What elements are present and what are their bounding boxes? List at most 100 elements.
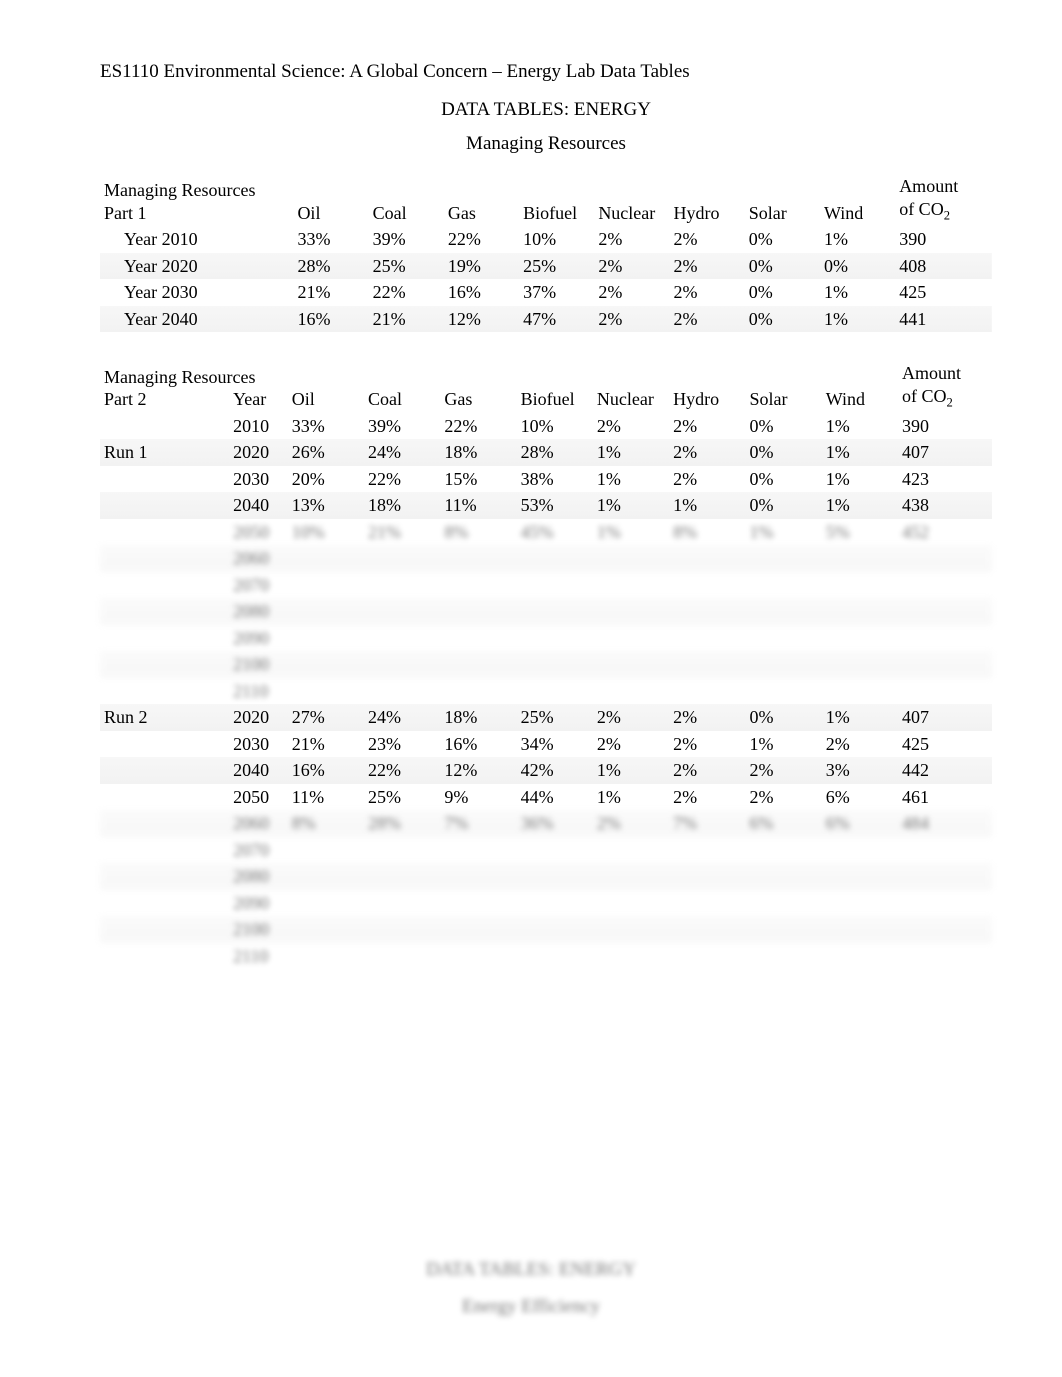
- cell: 441: [895, 306, 992, 333]
- cell: 10%: [517, 413, 593, 440]
- cell: [440, 678, 516, 705]
- table-row: Run 2202027%24%18%25%2%2%0%1%407: [100, 704, 992, 731]
- col-wind: Wind: [822, 360, 898, 413]
- cell: [593, 837, 669, 864]
- co2-sub: 2: [947, 395, 953, 409]
- cell: 1%: [820, 226, 895, 253]
- cell: 25%: [364, 784, 440, 811]
- cell: [822, 598, 898, 625]
- cell: 37%: [519, 279, 594, 306]
- cell: 25%: [519, 253, 594, 280]
- cell: [288, 916, 364, 943]
- cell: [440, 890, 516, 917]
- cell: 1%: [593, 439, 669, 466]
- year-cell: 2020: [229, 439, 288, 466]
- cell: 2%: [745, 757, 821, 784]
- cell: 16%: [444, 279, 519, 306]
- col-biofuel: Biofuel: [519, 173, 594, 226]
- cell: 6%: [822, 784, 898, 811]
- cell: 2%: [593, 704, 669, 731]
- cell: [593, 651, 669, 678]
- cell: [364, 625, 440, 652]
- cell: [288, 863, 364, 890]
- table-row: 2060: [100, 545, 992, 572]
- cell: [669, 890, 745, 917]
- cell: [593, 943, 669, 970]
- table-row: 203021%23%16%34%2%2%1%2%425: [100, 731, 992, 758]
- run-label: [100, 863, 229, 890]
- cell: [745, 625, 821, 652]
- cell: 45%: [517, 519, 593, 546]
- cell: [745, 837, 821, 864]
- cell: [364, 943, 440, 970]
- cell: 10%: [288, 519, 364, 546]
- table-row: 205011%25%9%44%1%2%2%6%461: [100, 784, 992, 811]
- cell: 1%: [822, 492, 898, 519]
- table-row: 2110: [100, 943, 992, 970]
- table-managing-resources-part1: Managing Resources Part 1 Oil Coal Gas B…: [100, 173, 992, 332]
- table-row: Year 204016%21%12%47%2%2%0%1%441: [100, 306, 992, 333]
- cell: [288, 678, 364, 705]
- col-hydro: Hydro: [669, 360, 745, 413]
- table-row: 204016%22%12%42%1%2%2%3%442: [100, 757, 992, 784]
- cell: 1%: [745, 519, 821, 546]
- cell: 22%: [444, 226, 519, 253]
- cell: 12%: [444, 306, 519, 333]
- cell: 2%: [669, 439, 745, 466]
- cell: 1%: [669, 492, 745, 519]
- cell: [822, 837, 898, 864]
- cell: 22%: [364, 466, 440, 493]
- row-label: Year 2040: [100, 306, 293, 333]
- run-label: [100, 916, 229, 943]
- document-title: ES1110 Environmental Science: A Global C…: [100, 60, 992, 84]
- cell: [898, 837, 992, 864]
- table-row: 2090: [100, 890, 992, 917]
- cell: 2%: [822, 731, 898, 758]
- cell: [898, 651, 992, 678]
- cell: 407: [898, 704, 992, 731]
- cell: 8%: [288, 810, 364, 837]
- cell: 2%: [593, 413, 669, 440]
- run-label: [100, 810, 229, 837]
- cell: 15%: [440, 466, 516, 493]
- cell: 24%: [364, 439, 440, 466]
- cell: 24%: [364, 704, 440, 731]
- run-label: [100, 678, 229, 705]
- cell: [364, 572, 440, 599]
- run-label: [100, 572, 229, 599]
- cell: 1%: [593, 757, 669, 784]
- year-cell: 2080: [229, 863, 288, 890]
- table-row: 2070: [100, 837, 992, 864]
- table1-header-line2: Part 1: [104, 203, 147, 223]
- year-cell: 2080: [229, 598, 288, 625]
- cell: [822, 890, 898, 917]
- cell: 22%: [369, 279, 444, 306]
- table1-header-label: Managing Resources Part 1: [100, 173, 293, 226]
- cell: [288, 545, 364, 572]
- col-oil: Oil: [293, 173, 368, 226]
- cell: [745, 916, 821, 943]
- cell: 28%: [517, 439, 593, 466]
- cell: 3%: [822, 757, 898, 784]
- cell: 438: [898, 492, 992, 519]
- table-row: 2080: [100, 863, 992, 890]
- co2-line1: Amount: [902, 363, 961, 383]
- table-row: 2080: [100, 598, 992, 625]
- year-cell: 2040: [229, 492, 288, 519]
- run-label: [100, 890, 229, 917]
- cell: 19%: [444, 253, 519, 280]
- year-cell: 2070: [229, 837, 288, 864]
- cell: [364, 545, 440, 572]
- col-solar: Solar: [745, 360, 821, 413]
- cell: 2%: [669, 757, 745, 784]
- cell: 22%: [364, 757, 440, 784]
- cell: 12%: [440, 757, 516, 784]
- year-cell: 2050: [229, 784, 288, 811]
- cell: [822, 625, 898, 652]
- cell: [822, 943, 898, 970]
- year-cell: 2070: [229, 572, 288, 599]
- cell: [364, 598, 440, 625]
- run-label: Run 2: [100, 704, 229, 731]
- col-solar: Solar: [745, 173, 820, 226]
- table-row: 203020%22%15%38%1%2%0%1%423: [100, 466, 992, 493]
